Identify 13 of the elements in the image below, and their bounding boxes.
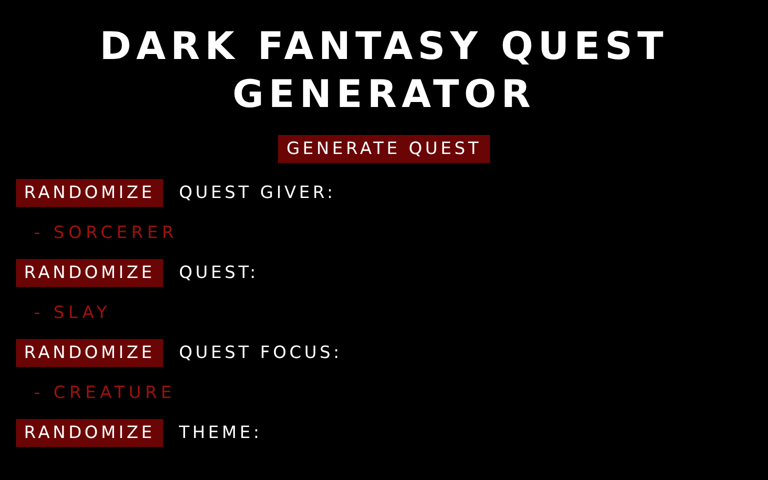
field-value: - SLAY xyxy=(33,303,112,323)
randomize-button[interactable]: RANDOMIZE xyxy=(16,339,164,367)
field-value: - CREATURE xyxy=(33,383,177,403)
randomize-button[interactable]: RANDOMIZE xyxy=(16,259,164,287)
page-title: DARK FANTASY QUEST GENERATOR xyxy=(98,23,670,118)
generate-quest-button[interactable]: GENERATE QUEST xyxy=(278,135,490,163)
field-label: QUEST GIVER: xyxy=(179,183,336,203)
field-value: - SORCERER xyxy=(33,223,179,243)
field-label: THEME: xyxy=(179,423,262,443)
field-label: QUEST FOCUS: xyxy=(179,343,342,363)
randomize-button[interactable]: RANDOMIZE xyxy=(16,419,164,447)
field-label: QUEST: xyxy=(179,263,259,283)
randomize-button[interactable]: RANDOMIZE xyxy=(16,179,164,207)
